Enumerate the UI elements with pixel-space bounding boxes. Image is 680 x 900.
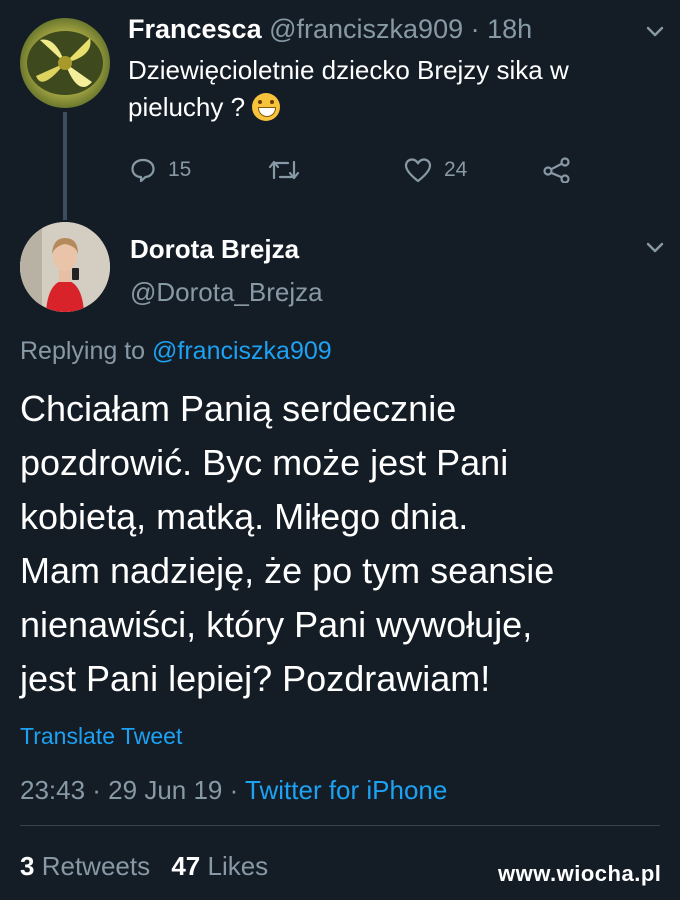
parent-handle[interactable]: @franciszka909 [269,14,463,44]
tweet-source-link[interactable]: Twitter for iPhone [245,775,447,805]
tweet-meta: 23:43 · 29 Jun 19 · Twitter for iPhone [20,775,447,806]
like-button[interactable]: 24 [404,154,467,186]
tweet-line: Mam nadzieję, że po tym seansie [20,550,555,591]
replying-to: Replying to @franciszka909 [20,337,332,366]
tweet-timestamp: 23:43 · 29 Jun 19 · [20,775,239,805]
divider [20,825,660,826]
parent-avatar[interactable] [20,18,110,108]
header-separator: · [470,14,480,44]
retweet-button[interactable] [268,154,300,186]
replying-prefix: Replying to [20,337,146,365]
likes-stat[interactable]: 47 Likes [171,851,268,881]
main-handle[interactable]: @Dorota_Brejza [130,277,323,308]
like-count: 24 [444,158,468,181]
main-display-name[interactable]: Dorota Brejza [130,234,299,265]
share-icon [543,157,570,183]
main-tweet-text: Chciałam Panią serdecznie pozdrowić. Byc… [20,382,660,706]
watermark: www.wiocha.pl [498,861,662,886]
parent-chevron-down-icon[interactable] [644,20,666,47]
tweet-line: kobietą, matką. Miłego dnia. [20,496,469,537]
retweets-label: Retweets [41,851,151,881]
translate-tweet-link[interactable]: Translate Tweet [20,723,182,750]
parent-display-name[interactable]: Francesca [128,14,262,44]
reply-icon [131,158,155,183]
tweet-line: Chciałam Panią serdecznie [20,388,457,429]
parent-time[interactable]: 18h [487,14,532,44]
tweet-line: pozdrowić. Byc może jest Pani [20,442,509,483]
parent-tweet-text-content: Dziewięcioletnie dziecko Brejzy sika w p… [128,55,569,122]
thread-line [63,112,67,220]
share-button[interactable] [542,154,572,186]
reply-button[interactable]: 15 [130,154,191,186]
like-total: 47 [171,851,201,881]
main-avatar[interactable] [20,222,110,312]
tweet-line: jest Pani lepiej? Pozdrawiam! [20,658,491,699]
retweet-icon [268,160,300,180]
parent-tweet-header: Francesca @franciszka909 · 18h [128,14,532,45]
replying-handle-link[interactable]: @franciszka909 [152,337,332,365]
main-chevron-down-icon[interactable] [644,236,666,263]
heart-icon [404,158,432,183]
grinning-face-icon [252,93,281,121]
parent-tweet-text: Dziewięcioletnie dziecko Brejzy sika w p… [128,52,628,126]
reply-count: 15 [168,158,192,181]
retweets-stat[interactable]: 3 Retweets [20,851,157,881]
likes-label: Likes [207,851,269,881]
retweet-total: 3 [20,851,35,881]
tweet-line: nienawiści, który Pani wywołuje, [20,604,533,645]
tweet-stats: 3 Retweets 47 Likes [20,851,268,882]
